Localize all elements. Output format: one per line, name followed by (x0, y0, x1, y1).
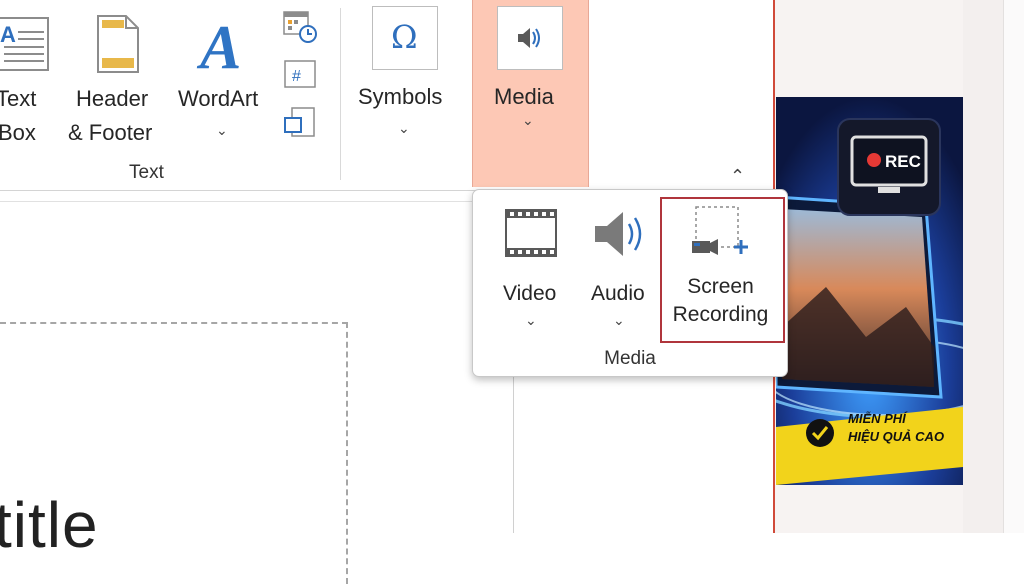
promo-banner[interactable]: REC MIỄN PHÍ HIỆU QUẢ CAO (776, 97, 963, 485)
video-button[interactable]: Video ⌄ (495, 200, 567, 330)
collapse-ribbon-icon[interactable]: ⌃ (730, 166, 745, 187)
right-gutter (963, 0, 1003, 533)
media-chevron-icon: ⌄ (522, 112, 534, 128)
date-time-icon (283, 11, 317, 43)
media-label: Media (494, 84, 554, 109)
promo-line-1: MIỄN PHÍ (848, 411, 906, 426)
text-group-label: Text (129, 162, 164, 183)
header-footer-icon (97, 15, 139, 73)
video-label: Video (503, 282, 557, 305)
audio-chevron-icon: ⌄ (613, 312, 625, 328)
object-button[interactable] (282, 106, 318, 140)
vertical-scrollbar[interactable] (1003, 0, 1024, 533)
wordart-icon: A (196, 14, 241, 74)
text-box-icon: A (0, 17, 49, 71)
slide-number-icon: # (284, 60, 316, 88)
symbols-label: Symbols (358, 84, 443, 109)
screen-recording-button[interactable]: Screen Recording (660, 197, 785, 343)
rec-label: REC (885, 152, 921, 171)
header-footer-label-line1: Header (76, 86, 149, 111)
audio-label: Audio (591, 282, 645, 305)
screen-recording-label-line2: Recording (672, 303, 769, 326)
symbols-button[interactable]: Ω Symbols ⌄ (352, 0, 458, 150)
symbols-chevron-icon: ⌄ (398, 120, 410, 136)
header-footer-button[interactable]: Header & Footer (66, 0, 170, 150)
date-time-button[interactable] (282, 10, 318, 44)
ribbon: A Text Box Header & Footer A WordArt ⌄ #… (0, 0, 775, 190)
svg-text:A: A (0, 22, 16, 47)
promo-line-2: HIỆU QUẢ CAO (848, 429, 945, 444)
screen-recording-label-line1: Screen (687, 275, 754, 298)
promo-artwork (776, 97, 963, 485)
wordart-chevron-icon: ⌄ (216, 122, 228, 138)
video-chevron-icon: ⌄ (525, 312, 537, 328)
text-box-label-line1: Text (0, 86, 37, 111)
screen-recording-icon (692, 206, 748, 255)
symbols-icon-box: Ω (372, 6, 438, 70)
media-dropdown: Video ⌄ Audio ⌄ Screen Recording Media (472, 189, 788, 377)
film-strip-icon (505, 209, 557, 257)
svg-text:A: A (196, 14, 241, 74)
wordart-label: WordArt (178, 86, 259, 111)
speaker-icon (595, 212, 642, 256)
object-icon (284, 107, 315, 137)
slide-number-button[interactable]: # (282, 58, 318, 92)
media-group-label: Media (604, 348, 656, 369)
speaker-small-icon (518, 28, 540, 48)
title-fragment-text: title (0, 489, 99, 561)
svg-text:#: # (292, 68, 301, 85)
text-box-button[interactable]: A Text Box (0, 0, 52, 150)
media-button[interactable]: Media ⌄ (472, 0, 589, 187)
group-separator (340, 8, 341, 180)
omega-icon: Ω (391, 18, 418, 56)
text-box-label-line2: Box (0, 120, 36, 145)
header-footer-label-line2: & Footer (68, 120, 153, 145)
wordart-button[interactable]: A WordArt ⌄ (176, 0, 274, 150)
audio-button[interactable]: Audio ⌄ (581, 200, 657, 330)
media-icon-box (497, 6, 563, 70)
